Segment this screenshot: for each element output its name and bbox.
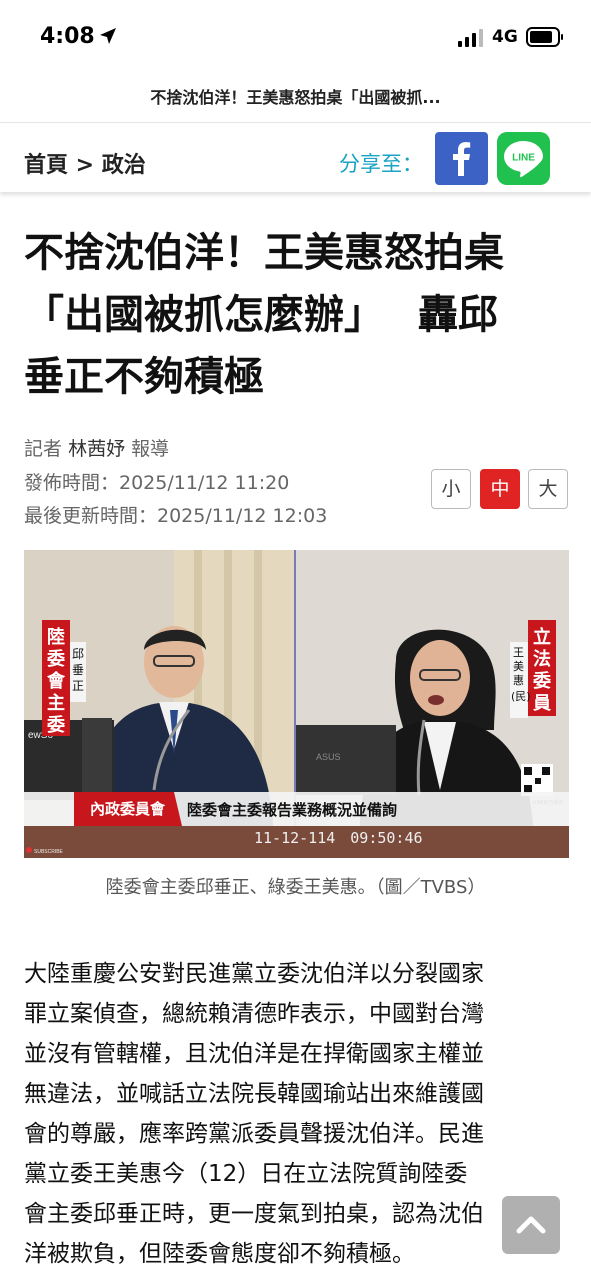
left-banner-text: 陸委會主委 [46,626,66,736]
body-line: 無違法，並喊話立法院長韓國瑜站出來維護國 [24,1081,484,1107]
status-time: 4:08 [40,24,95,49]
body-line: 大陸重慶公安對民進黨立委沈伯洋以分裂國家 [24,961,484,987]
ticker-text: 陸委會主委報告業務概況並備詢 [187,801,397,819]
article-body: 大陸重慶公安對民進黨立委沈伯洋以分裂國家 罪立案偵查，總統賴清德昨表示，中國對台… [24,954,569,1274]
title-line: 垂正不夠積極 [24,354,264,400]
battery-icon [526,27,563,47]
body-line: 罪立案偵查，總統賴清德昨表示，中國對台灣 [24,1001,484,1027]
body-line: 黨立委王美惠今（12）日在立法院質詢陸委 [24,1161,468,1187]
facebook-icon [453,142,471,176]
reporter-name[interactable]: 林茜妤 [68,438,125,460]
font-size-small-button[interactable]: 小 [431,469,471,509]
left-name-text: 邱垂正 [72,647,84,693]
font-size-large-button[interactable]: 大 [528,469,568,509]
line-share-button[interactable]: LINE [497,132,550,185]
right-monitor-text: ASUS [316,752,341,762]
committee-tag: 內政委員會 [90,800,166,818]
reporter-label: 記者 [24,438,63,460]
body-line: 會的尊嚴，應率跨黨派委員聲援沈伯洋。民進 [24,1121,484,1147]
byline: 記者 林茜妤 報導 [24,434,169,461]
corner-logo: SUBSCRIBE [34,849,64,855]
title-line: 「出國被抓怎麼辦」 轟邱 [24,292,498,338]
network-type: 4G [492,27,518,47]
status-bar: 4:08 4G [0,0,591,76]
breadcrumb[interactable]: 首頁 > 政治 [24,147,146,179]
chevron-up-icon [516,1216,546,1234]
photo-caption: 陸委會主委邱垂正、綠委王美惠。（圖／TVBS） [105,877,486,898]
font-size-medium-button[interactable]: 中 [480,469,520,509]
site-header: 首頁 > 政治 分享至： LINE [0,122,591,192]
article-photo[interactable]: ewSo ASUS 陸委會主委 邱垂正 立法委員 王美惠(民) 內政委員會 陸委… [24,550,569,858]
photo-scene: ewSo ASUS 陸委會主委 邱垂正 立法委員 王美惠(民) 內政委員會 陸委… [24,550,569,858]
page-url-title[interactable]: 不捨沈伯洋！王美惠怒拍桌「出國被抓... [0,84,591,108]
body-line: 洋被欺負，但陸委會態度卻不夠積極。 [24,1241,415,1267]
line-text: LINE [512,153,535,164]
title-line: 不捨沈伯洋！王美惠怒拍桌 [24,230,504,276]
published-time: 發佈時間：2025/11/12 11:20 [24,472,290,494]
reporter-suffix: 報導 [131,438,170,460]
article-title: 不捨沈伯洋！王美惠怒拍桌 「出國被抓怎麼辦」 轟邱 垂正不夠積極 [24,222,569,408]
body-line: 會主委邱垂正時，更一度氣到拍桌，認為沈伯 [24,1201,484,1227]
line-icon: LINE [504,141,543,178]
share-label: 分享至： [339,152,423,176]
photo-timestamp: 11-12-114 09:50:46 [254,829,423,847]
facebook-share-button[interactable] [435,132,488,185]
location-arrow-icon [100,28,116,44]
back-to-top-button[interactable] [502,1196,560,1254]
body-line: 並沒有管轄權，且沈伯洋是在捍衛國家主權並 [24,1041,484,1067]
signal-icon [458,29,483,47]
updated-time: 最後更新時間：2025/11/12 12:03 [24,505,328,527]
